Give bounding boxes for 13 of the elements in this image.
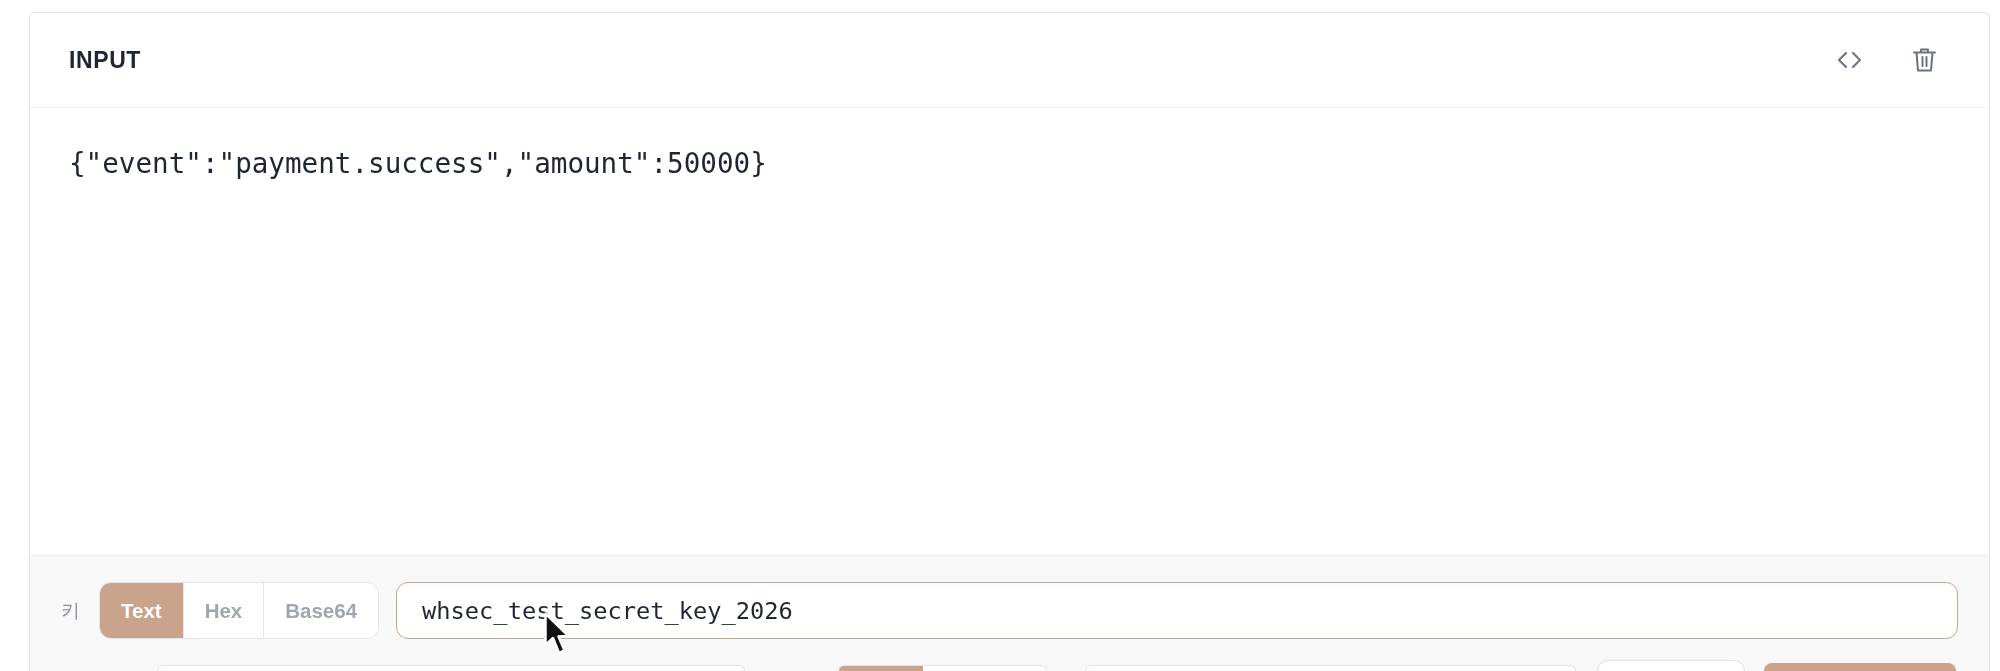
key-label: 키 [61, 597, 80, 623]
button[interactable] [1597, 660, 1745, 671]
format-tab[interactable]: Text [100, 583, 183, 638]
trash-icon[interactable] [1913, 48, 1936, 72]
toggle-segment[interactable] [839, 666, 923, 671]
code-icon[interactable] [1837, 52, 1862, 68]
panel-title: INPUT [69, 46, 141, 74]
key-input-field[interactable]: whsec_test_secret_key_2026 [396, 582, 1958, 639]
code-editor[interactable]: {"event":"payment.success","amount":50000} [30, 108, 1989, 555]
input-field[interactable] [1085, 665, 1576, 671]
input-field[interactable] [157, 665, 745, 671]
primary-button[interactable] [1764, 663, 1956, 671]
format-tab[interactable]: Base64 [263, 583, 379, 638]
